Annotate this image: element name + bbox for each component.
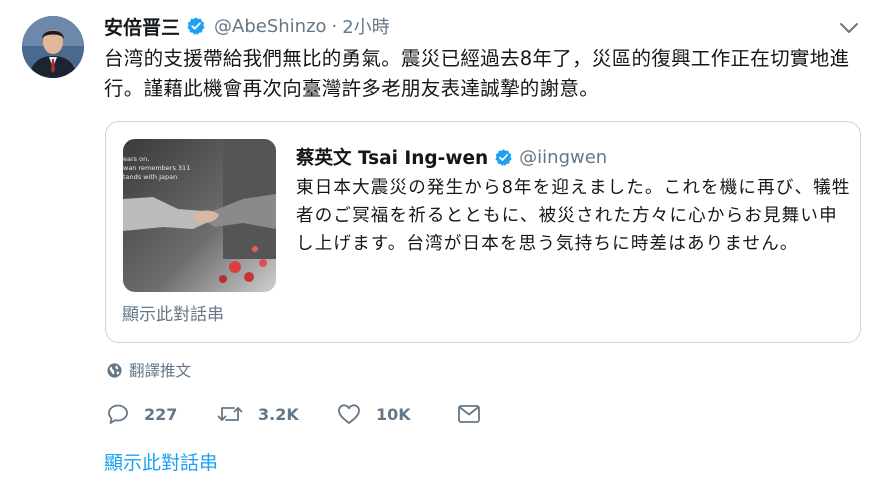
- tweet-actions: 227 3.2K 10K: [106, 400, 482, 428]
- show-thread-link[interactable]: 顯示此對話串: [104, 448, 218, 475]
- quoted-tweet-header: 蔡英文 Tsai Ing-wen @iingwen: [296, 144, 607, 170]
- quoted-tweet-text: 東日本大震災の発生から8年を迎えました。これを機に再び、犠牲者のご冥福を祈るとと…: [296, 178, 851, 254]
- tweet-text: 台湾的支援帶給我們無比的勇氣。震災已經過去8年了，災區的復興工作正在切實地進行。…: [104, 47, 850, 100]
- tweet-timestamp[interactable]: 2小時: [342, 13, 389, 39]
- image-caption-line: tands with Japan: [123, 173, 177, 181]
- retweet-button[interactable]: 3.2K: [216, 402, 336, 426]
- quoted-author-handle[interactable]: @iingwen: [519, 147, 607, 168]
- message-icon: [456, 402, 482, 426]
- image-caption-line: ears on,: [123, 155, 149, 163]
- verified-badge-icon: [186, 16, 206, 36]
- chevron-down-icon[interactable]: [838, 20, 860, 36]
- like-icon: [336, 402, 362, 426]
- avatar[interactable]: [22, 16, 84, 78]
- reply-count: 227: [144, 404, 178, 424]
- meta-separator: ·: [331, 15, 338, 37]
- retweet-icon: [216, 402, 244, 426]
- image-caption-line: wan remembers 311: [123, 164, 190, 172]
- direct-message-button[interactable]: [456, 402, 482, 426]
- translate-tweet-button[interactable]: 翻譯推文: [106, 359, 191, 381]
- quoted-tweet[interactable]: ears on, wan remembers 311 tands with Ja…: [105, 121, 861, 343]
- quoted-author-display-name[interactable]: 蔡英文 Tsai Ing-wen: [296, 144, 488, 170]
- reply-button[interactable]: 227: [106, 402, 216, 426]
- author-display-name[interactable]: 安倍晋三: [104, 13, 180, 40]
- retweet-count: 3.2K: [258, 404, 299, 424]
- author-handle[interactable]: @AbeShinzo: [214, 16, 327, 37]
- quoted-show-thread-link[interactable]: 顯示此對話串: [122, 300, 224, 325]
- reply-icon: [106, 402, 130, 426]
- quoted-tweet-image[interactable]: ears on, wan remembers 311 tands with Ja…: [123, 139, 276, 292]
- tweet[interactable]: 安倍晋三 @AbeShinzo · 2小時 台湾的支援帶給我們無比的勇氣。震災已…: [0, 0, 882, 489]
- tweet-header: 安倍晋三 @AbeShinzo · 2小時: [104, 12, 390, 40]
- like-count: 10K: [376, 404, 411, 424]
- translate-label: 翻譯推文: [129, 362, 192, 380]
- like-button[interactable]: 10K: [336, 402, 456, 426]
- globe-icon: [106, 362, 123, 379]
- verified-badge-icon: [494, 148, 513, 167]
